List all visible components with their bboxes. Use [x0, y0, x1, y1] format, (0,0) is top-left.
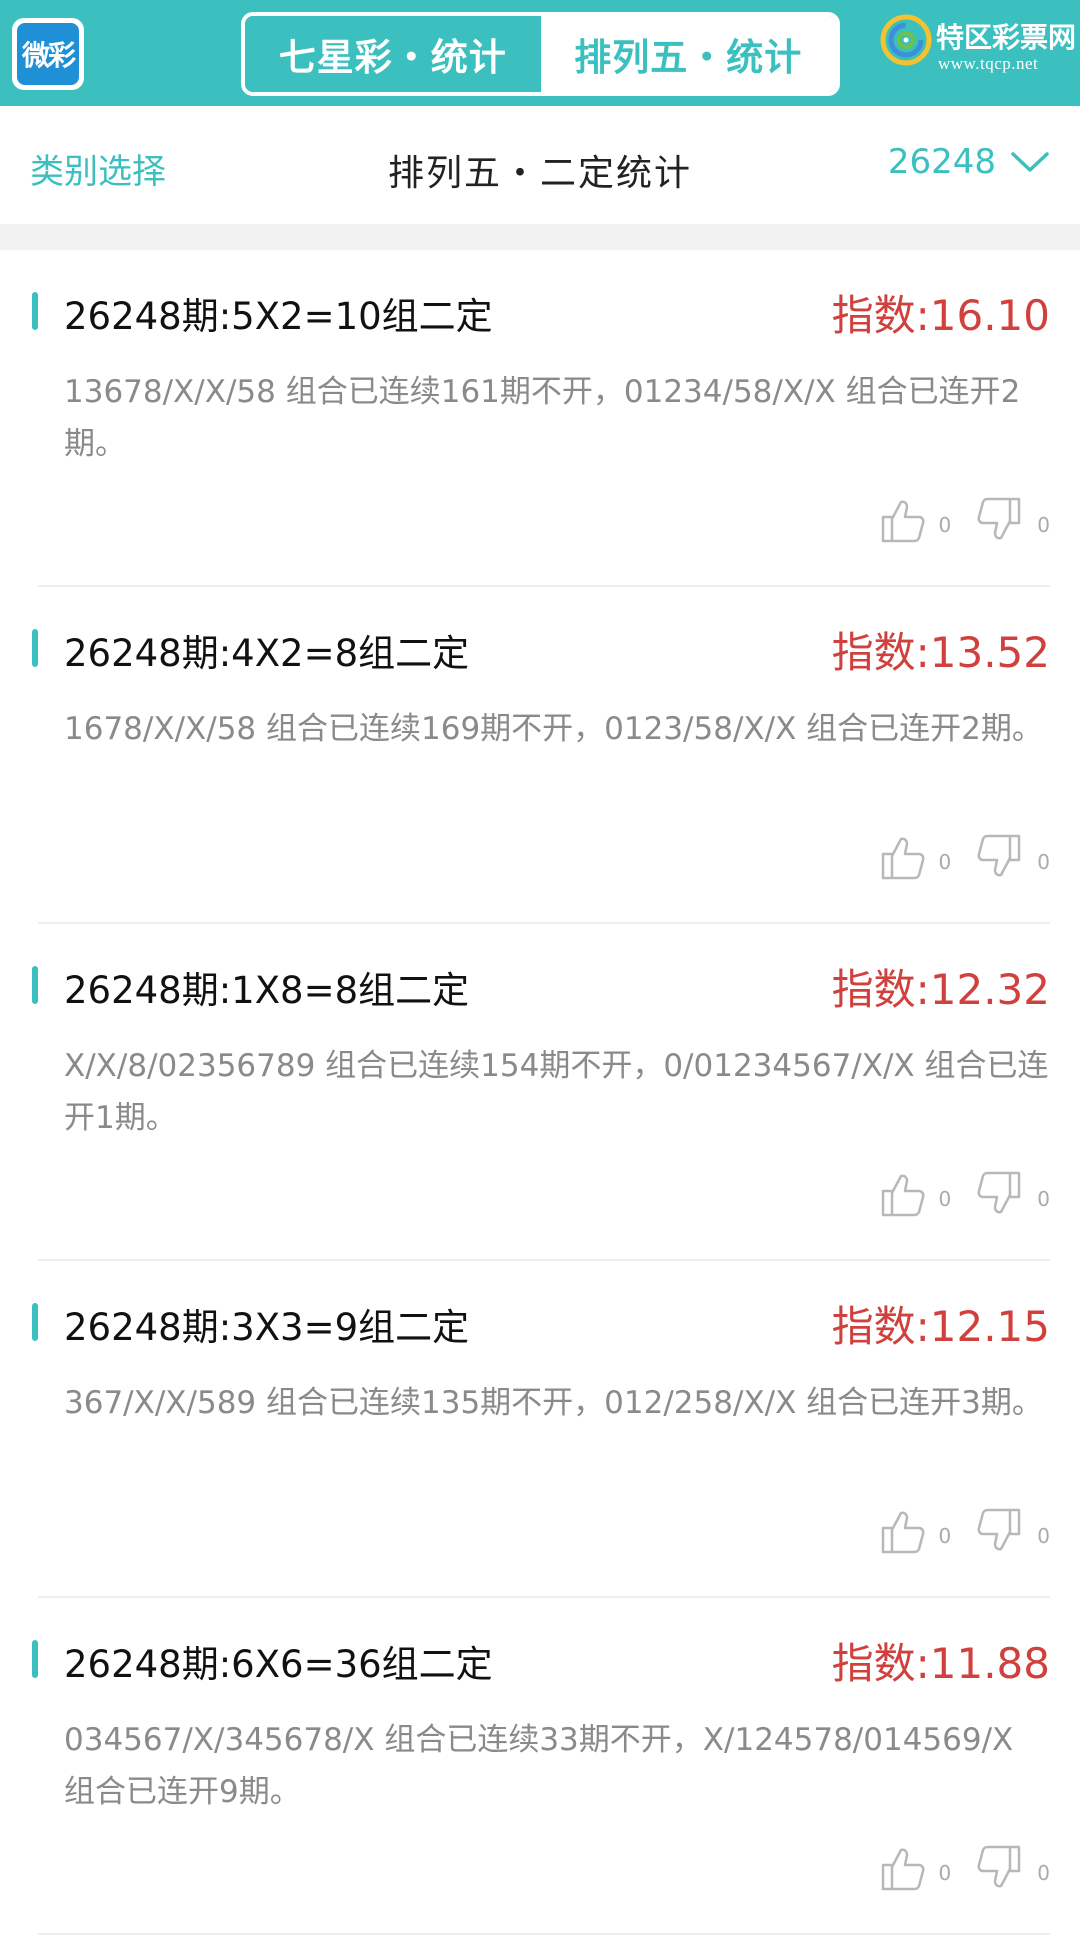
stats-list: 26248期:5X2=10组二定 指数:16.10 13678/X/X/58 组… [0, 250, 1080, 1935]
section-divider [0, 224, 1080, 250]
stat-card[interactable]: 26248期:6X6=36组二定 指数:11.88 034567/X/34567… [32, 1598, 1050, 1935]
card-index: 指数:12.32 [831, 965, 1050, 1014]
dislike-count: 0 [1037, 850, 1050, 874]
app-logo-text: 微彩 [17, 23, 79, 85]
card-accent-bar [32, 292, 38, 330]
card-description: 367/X/X/589 组合已连续135期不开，012/258/X/X 组合已连… [64, 1385, 1043, 1421]
card-title: 26248期:4X2=8组二定 [64, 632, 470, 675]
vote-group: 0 0 [853, 1843, 1050, 1893]
dislike-count: 0 [1037, 1187, 1050, 1211]
tab-pailiewu-stats[interactable]: 排列五・统计 [540, 16, 836, 92]
thumbs-down-icon [977, 1171, 1021, 1214]
like-button[interactable]: 0 [877, 1506, 952, 1556]
card-accent-bar [32, 629, 38, 667]
dislike-button[interactable]: 0 [975, 1506, 1050, 1556]
dislike-button[interactable]: 0 [975, 832, 1050, 882]
brand-url: www.tqcp.net [938, 54, 1039, 73]
issue-number: 26248 [887, 142, 996, 182]
top-header: 微彩 七星彩・统计 排列五・统计 特区彩票网 www.tqcp.net [0, 0, 1080, 106]
card-accent-bar [32, 1640, 38, 1678]
card-index: 指数:12.15 [831, 1302, 1050, 1351]
card-index: 指数:11.88 [831, 1639, 1050, 1688]
like-button[interactable]: 0 [877, 1843, 952, 1893]
card-index: 指数:13.52 [831, 628, 1050, 677]
tab-qixingcai-stats[interactable]: 七星彩・统计 [245, 16, 541, 92]
like-button[interactable]: 0 [877, 832, 952, 882]
card-description: X/X/8/02356789 组合已连续154期不开，0/01234567/X/… [64, 1048, 1049, 1136]
issue-select-dropdown[interactable]: 26248 [888, 142, 1050, 182]
brand-name: 特区彩票网 [936, 21, 1077, 54]
card-description: 13678/X/X/58 组合已连续161期不开，01234/58/X/X 组合… [64, 374, 1021, 462]
stat-card[interactable]: 26248期:4X2=8组二定 指数:13.52 1678/X/X/58 组合已… [32, 587, 1050, 924]
like-button[interactable]: 0 [877, 1169, 952, 1219]
like-button[interactable]: 0 [877, 495, 952, 545]
dislike-button[interactable]: 0 [975, 1169, 1050, 1219]
card-title: 26248期:3X3=9组二定 [64, 1306, 470, 1349]
card-index: 指数:16.10 [831, 291, 1050, 340]
card-accent-bar [32, 966, 38, 1004]
app-logo[interactable]: 微彩 [12, 18, 84, 90]
stat-card[interactable]: 26248期:3X3=9组二定 指数:12.15 367/X/X/589 组合已… [32, 1261, 1050, 1598]
chevron-down-icon [1011, 152, 1049, 172]
like-count: 0 [938, 1524, 952, 1548]
brand-logo: 特区彩票网 www.tqcp.net [878, 8, 1077, 88]
thumbs-down-icon [977, 497, 1021, 540]
thumbs-up-icon [881, 837, 925, 880]
thumbs-down-icon [977, 834, 1021, 877]
like-count: 0 [938, 1861, 952, 1885]
dislike-count: 0 [1037, 1524, 1050, 1548]
lottery-tab-switcher: 七星彩・统计 排列五・统计 [241, 12, 840, 96]
thumbs-up-icon [881, 1848, 925, 1891]
vote-group: 0 0 [853, 1506, 1050, 1556]
card-accent-bar [32, 1303, 38, 1341]
vote-group: 0 0 [853, 1169, 1050, 1219]
stat-card[interactable]: 26248期:5X2=10组二定 指数:16.10 13678/X/X/58 组… [32, 250, 1050, 587]
thumbs-up-icon [881, 500, 925, 543]
card-description: 1678/X/X/58 组合已连续169期不开，0123/58/X/X 组合已连… [64, 711, 1043, 747]
vote-group: 0 0 [853, 495, 1050, 545]
thumbs-down-icon [977, 1845, 1021, 1888]
dislike-count: 0 [1037, 1861, 1050, 1885]
dislike-button[interactable]: 0 [975, 495, 1050, 545]
like-count: 0 [938, 1187, 952, 1211]
like-count: 0 [938, 850, 952, 874]
card-description: 034567/X/345678/X 组合已连续33期不开，X/124578/01… [64, 1722, 1014, 1810]
thumbs-up-icon [881, 1174, 925, 1217]
brand-swirl-icon [880, 14, 932, 66]
vote-group: 0 0 [853, 832, 1050, 882]
like-count: 0 [938, 513, 952, 537]
dislike-count: 0 [1037, 513, 1050, 537]
sub-header: 类别选择 排列五・二定统计 26248 [0, 106, 1080, 224]
dislike-button[interactable]: 0 [975, 1843, 1050, 1893]
card-title: 26248期:6X6=36组二定 [64, 1643, 493, 1686]
thumbs-up-icon [881, 1511, 925, 1554]
thumbs-down-icon [977, 1508, 1021, 1551]
card-title: 26248期:1X8=8组二定 [64, 969, 470, 1012]
stat-card[interactable]: 26248期:1X8=8组二定 指数:12.32 X/X/8/02356789 … [32, 924, 1050, 1261]
card-title: 26248期:5X2=10组二定 [64, 295, 493, 338]
